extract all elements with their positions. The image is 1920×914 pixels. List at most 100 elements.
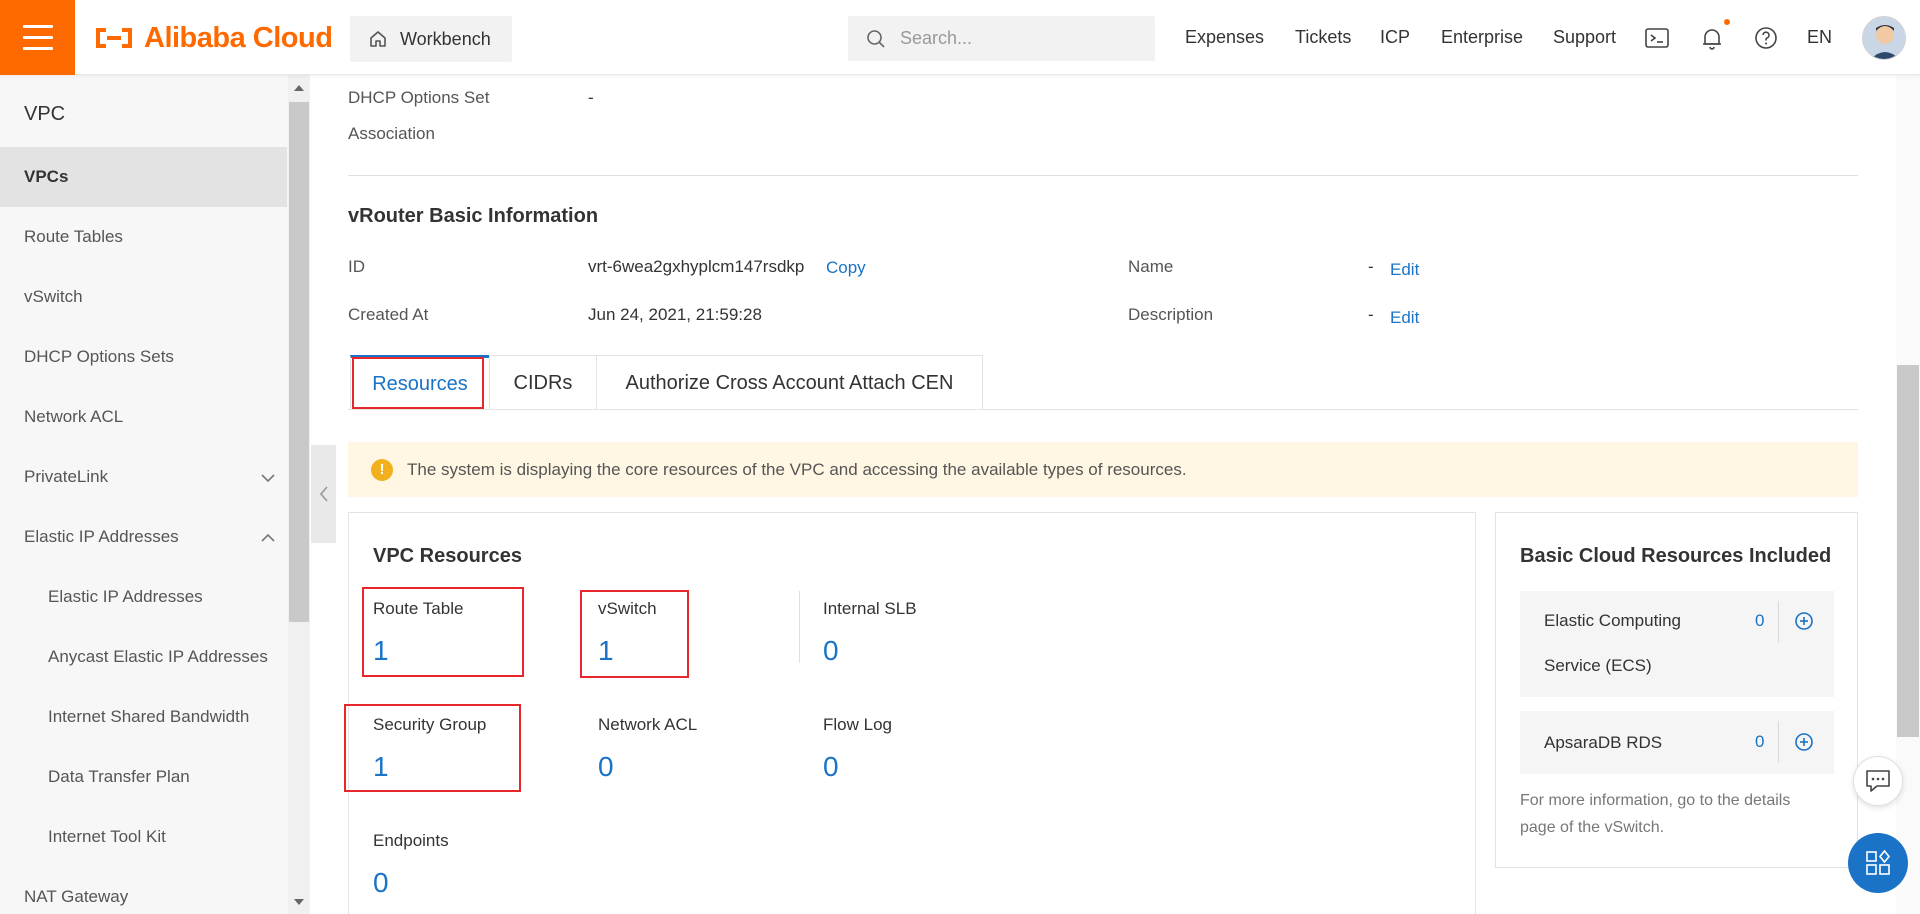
sidebar-scrollbar-thumb[interactable] [289, 102, 309, 622]
name-value: - [1368, 257, 1374, 276]
avatar[interactable] [1862, 16, 1906, 60]
nav-support[interactable]: Support [1553, 27, 1616, 48]
copy-id-link[interactable]: Copy [826, 258, 866, 278]
basic-resource-rds: ApsaraDB RDS 0 [1520, 711, 1834, 774]
nav-enterprise[interactable]: Enterprise [1441, 27, 1523, 48]
rds-count[interactable]: 0 [1755, 732, 1764, 752]
edit-description-link[interactable]: Edit [1390, 308, 1419, 328]
vpc-resources-title: VPC Resources [373, 545, 522, 567]
internal-slb-label: Internal SLB [823, 599, 917, 618]
add-circle-icon[interactable] [1794, 611, 1814, 631]
sidebar-item-label: PrivateLink [24, 467, 109, 486]
sidebar-item-label: Network ACL [24, 407, 124, 426]
sidebar-item-label: DHCP Options Sets [24, 347, 174, 366]
sidebar-item-label: NAT Gateway [24, 887, 129, 906]
sidebar-item-label: Internet Shared Bandwidth [48, 707, 250, 726]
basic-resource-ecs: Elastic Computing Service (ECS) 0 [1520, 591, 1834, 697]
basic-cloud-resources-title: Basic Cloud Resources Included [1520, 545, 1832, 567]
language-switch[interactable]: EN [1807, 27, 1832, 48]
sidebar-item-label: VPCs [24, 167, 69, 186]
resource-divider [799, 591, 800, 663]
chevron-left-icon [319, 486, 328, 502]
highlight-box-security-group [344, 704, 521, 792]
network-acl-label: Network ACL [598, 715, 698, 734]
notification-dot [1724, 19, 1730, 25]
dhcp-label-line2: Association [348, 124, 435, 143]
scroll-down-arrow-icon[interactable] [293, 898, 305, 906]
sidebar-item-label: Internet Tool Kit [48, 827, 166, 846]
description-value: - [1368, 305, 1374, 324]
nav-expenses[interactable]: Expenses [1185, 27, 1264, 48]
vrouter-section-title: vRouter Basic Information [348, 205, 599, 227]
sidebar-item-label: Anycast Elastic IP Addresses [48, 647, 268, 666]
endpoints-count[interactable]: 0 [373, 867, 389, 899]
sidebar-item-anycast-eip[interactable]: Anycast Elastic IP Addresses [0, 627, 287, 687]
highlight-box-resources-tab [352, 357, 484, 409]
sidebar-item-label: Elastic IP Addresses [48, 587, 203, 606]
scroll-up-arrow-icon[interactable] [293, 84, 305, 92]
add-circle-icon[interactable] [1794, 732, 1814, 752]
sidebar-item-elastic-ip-addresses[interactable]: Elastic IP Addresses [0, 567, 287, 627]
sidebar: VPC VPCs Route Tables vSwitch DHCP Optio… [0, 75, 290, 914]
user-avatar-icon [1863, 17, 1905, 59]
notice-banner: ! The system is displaying the core reso… [348, 442, 1858, 497]
name-label: Name [1128, 257, 1174, 276]
sidebar-item-elastic-ip-addresses-group[interactable]: Elastic IP Addresses [0, 507, 287, 567]
workbench-label: Workbench [400, 28, 491, 49]
apps-icon [1866, 849, 1891, 875]
sidebar-item-internet-shared-bandwidth[interactable]: Internet Shared Bandwidth [0, 687, 287, 747]
sidebar-item-nat-gateway[interactable]: NAT Gateway [0, 867, 287, 914]
sidebar-item-network-acl[interactable]: Network ACL [0, 387, 287, 447]
description-label: Description [1128, 305, 1214, 324]
chat-support-button[interactable] [1853, 756, 1903, 806]
tabs-underline [348, 409, 1858, 410]
search-box[interactable] [848, 16, 1155, 61]
vrouter-id-label: ID [348, 257, 365, 276]
nav-icp[interactable]: ICP [1380, 27, 1410, 48]
apps-menu-button[interactable] [1848, 833, 1908, 893]
section-divider [348, 175, 1858, 176]
ecs-count[interactable]: 0 [1755, 611, 1764, 631]
terminal-icon[interactable] [1644, 25, 1670, 51]
search-input[interactable] [900, 28, 1140, 49]
bell-icon[interactable] [1699, 25, 1725, 51]
top-bar: Alibaba Cloud Workbench Expenses Tickets… [0, 0, 1920, 75]
workbench-button[interactable]: Workbench [350, 16, 512, 62]
sidebar-item-label: vSwitch [24, 287, 83, 306]
tab-authorize-cross-account[interactable]: Authorize Cross Account Attach CEN [596, 355, 983, 410]
ecs-name-line2: Service (ECS) [1544, 656, 1652, 675]
sidebar-item-vswitch[interactable]: vSwitch [0, 267, 287, 327]
menu-icon[interactable] [0, 0, 75, 75]
nav-tickets[interactable]: Tickets [1295, 27, 1351, 48]
notice-text: The system is displaying the core resour… [407, 459, 1187, 479]
sidebar-item-label: Data Transfer Plan [48, 767, 190, 786]
basic-footer-line2: page of the vSwitch. [1520, 819, 1665, 836]
sidebar-item-vpcs[interactable]: VPCs [0, 147, 287, 207]
vrouter-id-value: vrt-6wea2gxhyplcm147rsdkp [588, 257, 805, 276]
help-icon[interactable] [1753, 25, 1779, 51]
network-acl-count[interactable]: 0 [598, 751, 614, 783]
page-scrollbar-thumb[interactable] [1897, 365, 1919, 737]
sidebar-item-label: Route Tables [24, 227, 123, 246]
sidebar-item-internet-tool-kit[interactable]: Internet Tool Kit [0, 807, 287, 867]
chevron-up-icon [261, 533, 275, 542]
dhcp-value: - [588, 88, 594, 107]
sidebar-item-privatelink[interactable]: PrivateLink [0, 447, 287, 507]
basic-footer-line1: For more information, go to the details [1520, 792, 1791, 809]
search-icon [867, 29, 885, 48]
sidebar-item-dhcp-options-sets[interactable]: DHCP Options Sets [0, 327, 287, 387]
tab-cidrs[interactable]: CIDRs [489, 355, 597, 410]
logo-text: Alibaba Cloud [144, 21, 333, 54]
created-at-label: Created At [348, 305, 429, 324]
sidebar-item-route-tables[interactable]: Route Tables [0, 207, 287, 267]
alibaba-cloud-logo[interactable]: Alibaba Cloud [92, 20, 333, 56]
created-at-value: Jun 24, 2021, 21:59:28 [588, 305, 762, 324]
flow-log-label: Flow Log [823, 715, 892, 734]
highlight-box-vswitch [580, 590, 689, 678]
flow-log-count[interactable]: 0 [823, 751, 839, 783]
chat-icon [1866, 770, 1890, 792]
internal-slb-count[interactable]: 0 [823, 635, 839, 667]
sidebar-item-data-transfer-plan[interactable]: Data Transfer Plan [0, 747, 287, 807]
edit-name-link[interactable]: Edit [1390, 260, 1419, 280]
sidebar-collapse-handle[interactable] [311, 445, 336, 543]
